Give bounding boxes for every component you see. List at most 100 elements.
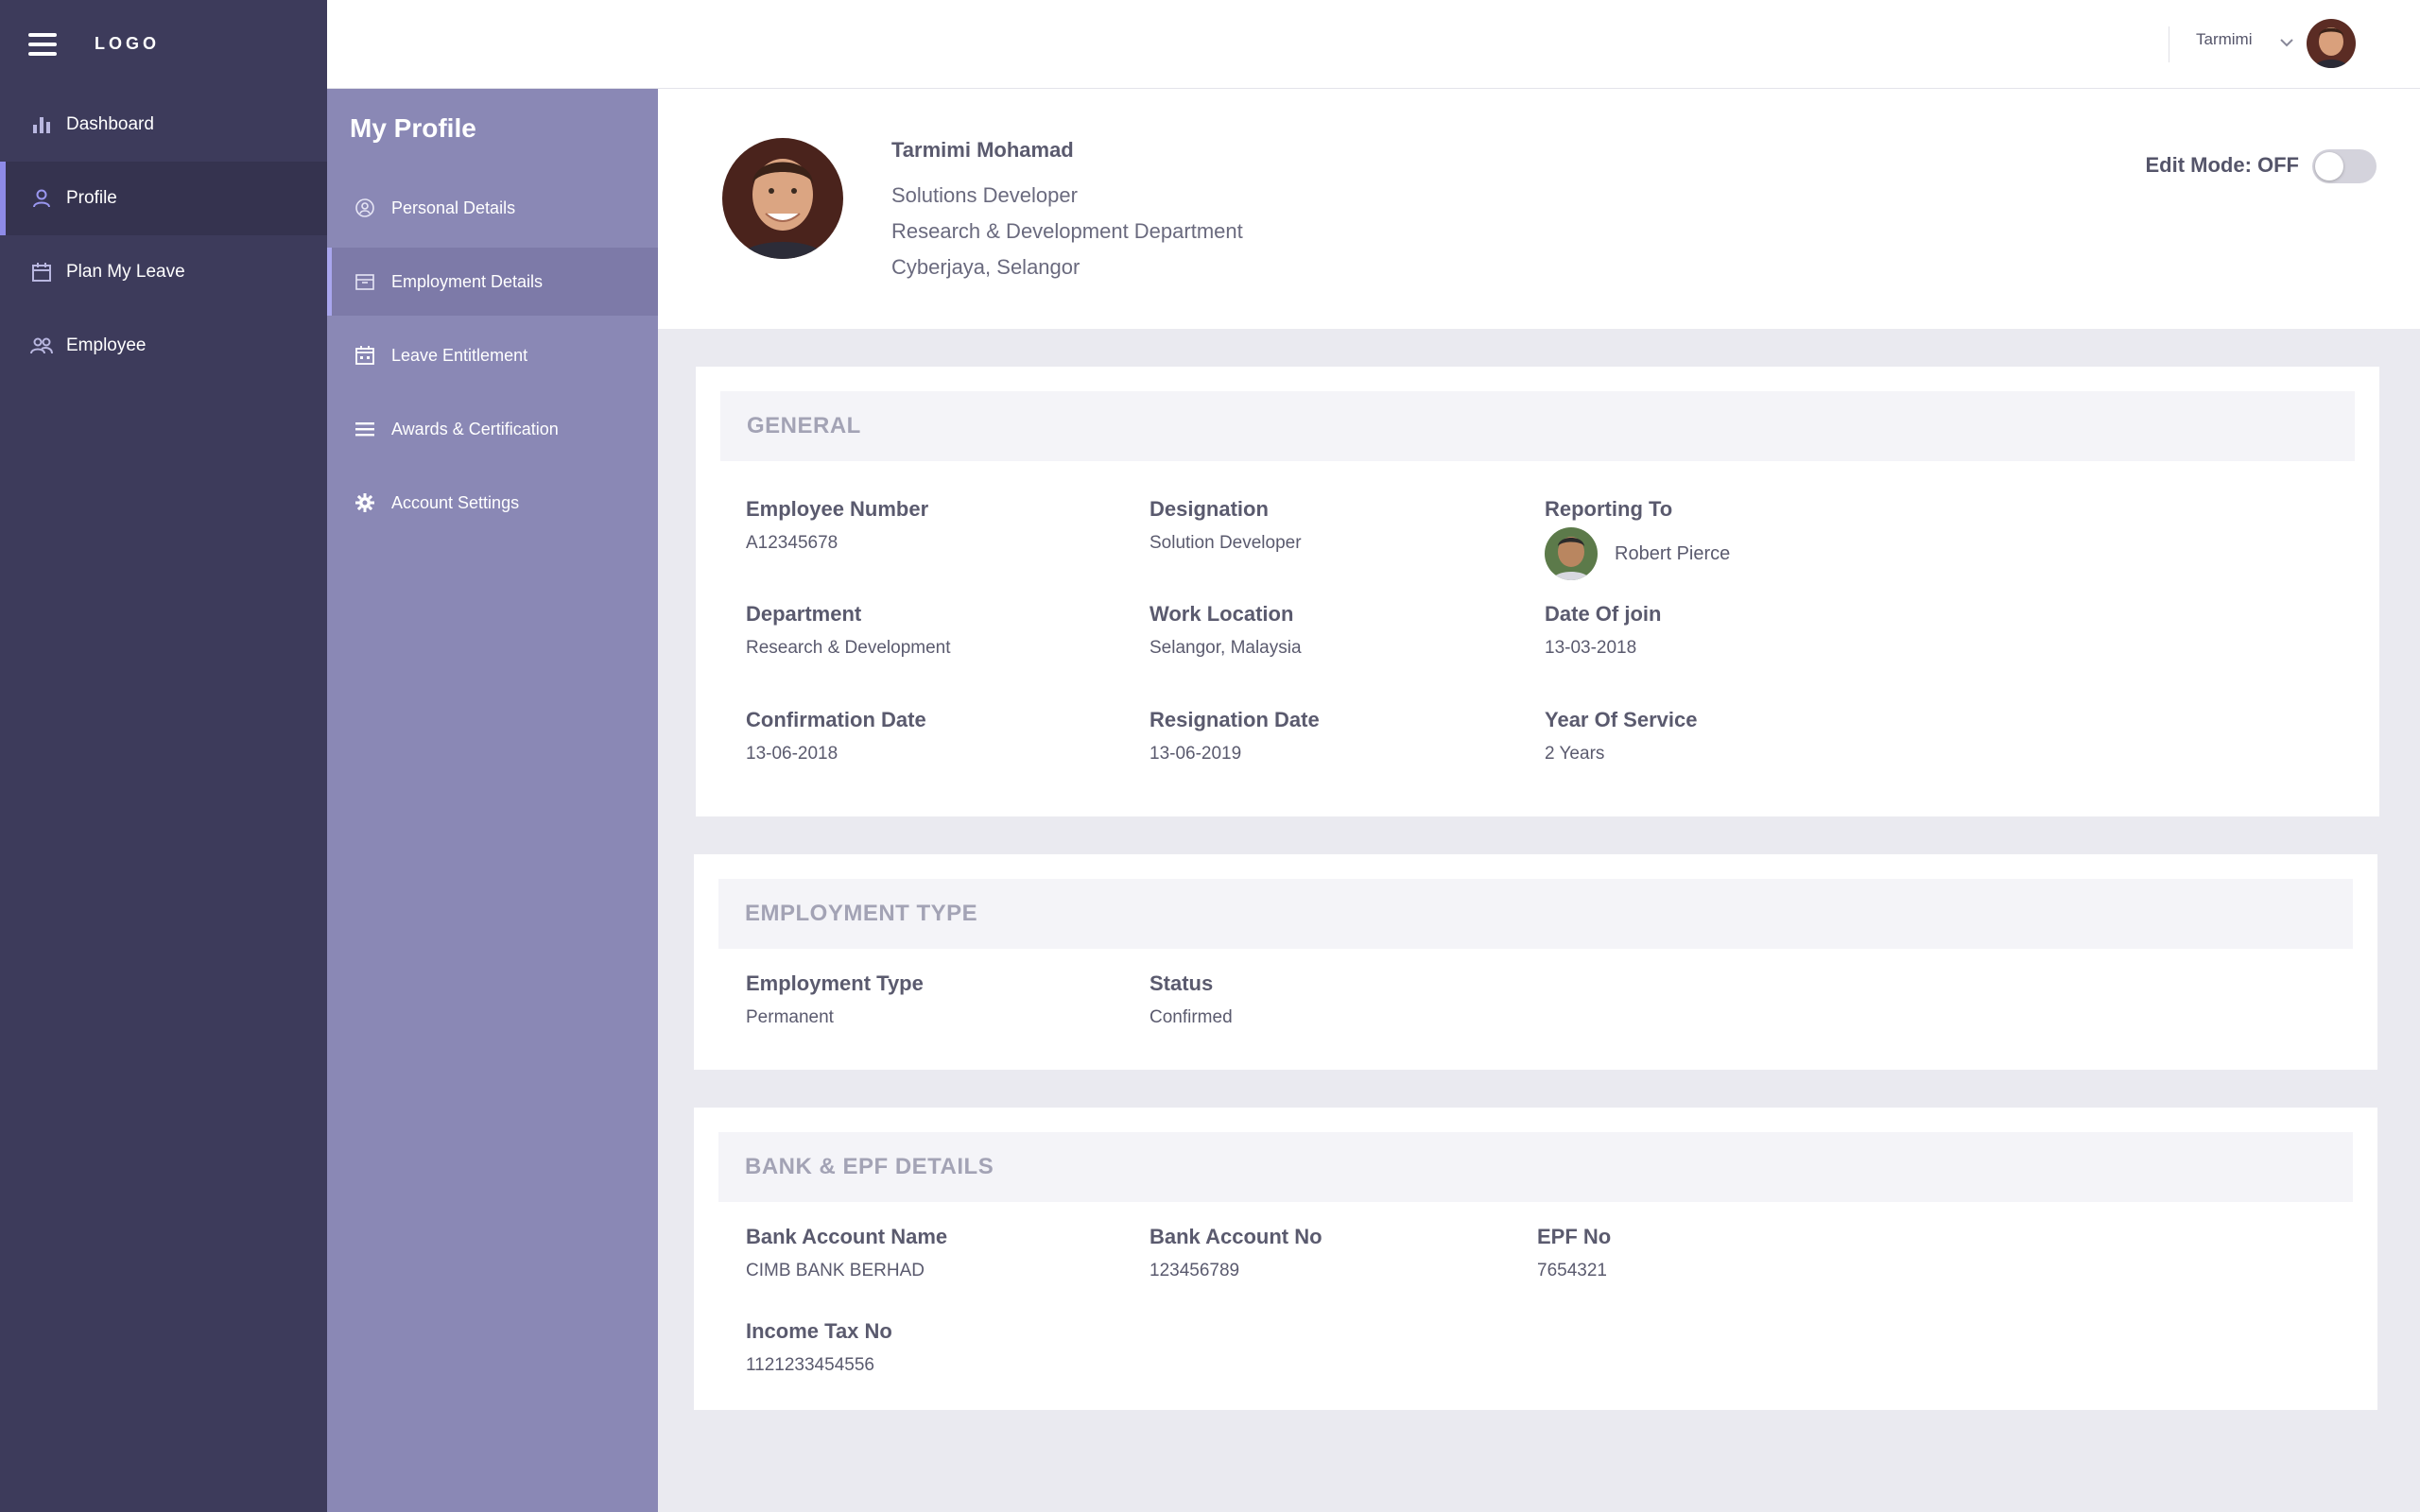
main-sidebar: LOGO Dashboard Profile Plan My Leave Emp… — [0, 0, 327, 1512]
id-icon — [354, 197, 376, 219]
reporter-avatar — [1545, 527, 1598, 580]
chevron-down-icon[interactable] — [2278, 34, 2295, 51]
field-label: Resignation Date — [1150, 708, 1320, 731]
subnav-item-label: Awards & Certification — [391, 419, 559, 438]
sidebar-item-plan-my-leave[interactable]: Plan My Leave — [0, 235, 327, 309]
field-value: A12345678 — [746, 533, 838, 553]
subnav-item-label: Account Settings — [391, 492, 520, 512]
reporter-name[interactable]: Robert Pierce — [1615, 543, 1730, 565]
field-label: Reporting To — [1545, 497, 1673, 521]
edit-mode-toggle[interactable] — [2312, 149, 2377, 183]
card-title: EMPLOYMENT TYPE — [745, 901, 978, 926]
field-value: 2 Years — [1545, 744, 1605, 764]
field-value: 1121233454556 — [746, 1355, 874, 1375]
employment-type-field: Employment Type Permanent — [746, 971, 924, 1028]
employment-type-card-header: EMPLOYMENT TYPE — [718, 879, 2353, 949]
hamburger-menu-icon[interactable] — [28, 32, 57, 56]
field-value: Confirmed — [1150, 1007, 1233, 1027]
logo[interactable]: LOGO — [95, 34, 160, 54]
subnav-item-employment-details[interactable]: Employment Details — [327, 248, 658, 316]
sidebar-item-label: Profile — [66, 188, 117, 208]
work-location-field: Work Location Selangor, Malaysia — [1150, 602, 1302, 659]
field-value: 13-06-2018 — [746, 744, 838, 764]
users-icon — [30, 335, 53, 357]
confirmation-date-field: Confirmation Date 13-06-2018 — [746, 708, 926, 765]
card-title: GENERAL — [747, 413, 861, 438]
profile-job-title: Solutions Developer — [891, 183, 1078, 207]
field-label: Employee Number — [746, 497, 929, 521]
field-label: Confirmation Date — [746, 708, 926, 731]
field-value: Permanent — [746, 1007, 834, 1027]
toggle-knob — [2315, 152, 2343, 180]
field-value: 13-06-2019 — [1150, 744, 1242, 764]
profile-subnav: My Profile Personal Details Employment D… — [327, 89, 658, 1512]
subnav-item-leave-entitlement[interactable]: Leave Entitlement — [327, 321, 658, 389]
bank-epf-card: BANK & EPF DETAILS Bank Account Name CIM… — [694, 1108, 2377, 1410]
department-field: Department Research & Development — [746, 602, 951, 659]
field-value: 7654321 — [1537, 1261, 1607, 1280]
field-label: Designation — [1150, 497, 1269, 521]
field-label: Income Tax No — [746, 1319, 892, 1343]
user-avatar[interactable] — [2307, 19, 2356, 68]
field-value: 123456789 — [1150, 1261, 1240, 1280]
subnav-title: My Profile — [350, 113, 476, 143]
subnav-item-label: Personal Details — [391, 198, 516, 217]
user-icon — [30, 187, 53, 210]
employment-type-card: EMPLOYMENT TYPE Employment Type Permanen… — [694, 854, 2377, 1070]
edit-mode-label: Edit Mode: OFF — [2145, 153, 2299, 177]
reporter: Robert Pierce — [1545, 527, 1730, 580]
general-card-header: GENERAL — [720, 391, 2355, 461]
field-value: Solution Developer — [1150, 533, 1302, 553]
top-header: Tarmimi — [327, 0, 2420, 89]
epf-no-field: EPF No 7654321 — [1537, 1225, 1611, 1281]
field-value: Research & Development — [746, 638, 951, 658]
field-label: Year Of Service — [1545, 708, 1698, 731]
sidebar-item-label: Plan My Leave — [66, 262, 185, 282]
briefcase-icon — [354, 270, 376, 293]
field-value: Selangor, Malaysia — [1150, 638, 1302, 658]
calendar-icon — [30, 261, 53, 284]
profile-location: Cyberjaya, Selangor — [891, 255, 1080, 279]
subnav-item-label: Leave Entitlement — [391, 345, 528, 365]
resignation-date-field: Resignation Date 13-06-2019 — [1150, 708, 1320, 765]
field-label: Work Location — [1150, 602, 1294, 626]
profile-department: Research & Development Department — [891, 219, 1243, 243]
sidebar-item-profile[interactable]: Profile — [0, 162, 327, 235]
year-of-service-field: Year Of Service 2 Years — [1545, 708, 1697, 765]
subnav-item-account-settings[interactable]: Account Settings — [327, 469, 658, 537]
card-title: BANK & EPF DETAILS — [745, 1154, 994, 1179]
status-field: Status Confirmed — [1150, 971, 1233, 1028]
profile-name: Tarmimi Mohamad — [891, 138, 1074, 162]
field-label: Employment Type — [746, 971, 924, 995]
sidebar-item-label: Employee — [66, 335, 147, 355]
designation-field: Designation Solution Developer — [1150, 497, 1302, 554]
subnav-item-personal-details[interactable]: Personal Details — [327, 174, 658, 242]
employee-number-field: Employee Number A12345678 — [746, 497, 928, 554]
sidebar-item-label: Dashboard — [66, 114, 154, 134]
user-name[interactable]: Tarmimi — [2196, 30, 2253, 49]
sidebar-header: LOGO — [0, 0, 327, 88]
subnav-item-awards-certification[interactable]: Awards & Certification — [327, 395, 658, 463]
field-label: EPF No — [1537, 1225, 1612, 1248]
field-value: 13-03-2018 — [1545, 638, 1637, 658]
calendar-icon — [354, 344, 376, 367]
bar-chart-icon — [30, 113, 53, 136]
gear-icon — [354, 491, 376, 514]
bank-account-no-field: Bank Account No 123456789 — [1150, 1225, 1322, 1281]
sidebar-item-employee[interactable]: Employee — [0, 309, 327, 383]
income-tax-no-field: Income Tax No 1121233454556 — [746, 1319, 892, 1376]
field-label: Department — [746, 602, 862, 626]
field-label: Status — [1150, 971, 1214, 995]
profile-header: Tarmimi Mohamad Solutions Developer Rese… — [658, 89, 2420, 329]
bank-epf-card-header: BANK & EPF DETAILS — [718, 1132, 2353, 1202]
sidebar-item-dashboard[interactable]: Dashboard — [0, 88, 327, 162]
field-value: CIMB BANK BERHAD — [746, 1261, 925, 1280]
date-of-join-field: Date Of join 13-03-2018 — [1545, 602, 1661, 659]
field-label: Bank Account Name — [746, 1225, 948, 1248]
subnav-item-label: Employment Details — [391, 271, 544, 291]
profile-avatar — [722, 138, 843, 259]
general-card: GENERAL Employee Number A12345678 Design… — [696, 367, 2379, 816]
bank-account-name-field: Bank Account Name CIMB BANK BERHAD — [746, 1225, 947, 1281]
field-label: Date Of join — [1545, 602, 1662, 626]
reporting-to-field: Reporting To Robert Pierce — [1545, 497, 1730, 580]
